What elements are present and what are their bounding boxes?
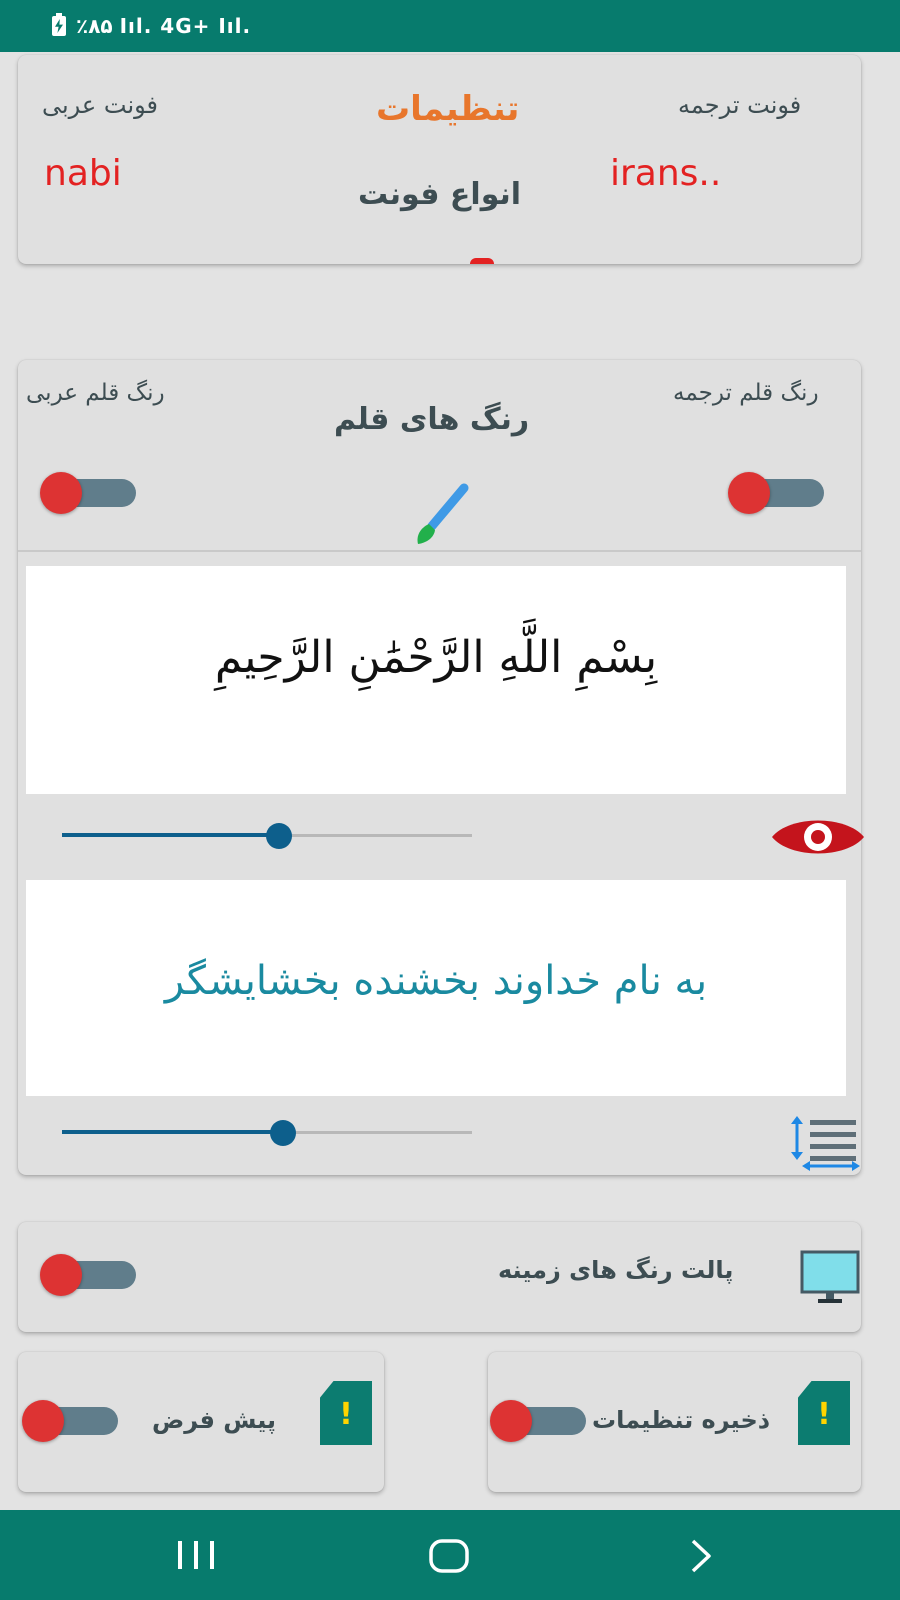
sim-card-icon: ! bbox=[320, 1381, 372, 1445]
arabic-font-value[interactable]: nabi bbox=[44, 153, 122, 194]
background-palette-toggle[interactable] bbox=[40, 1254, 136, 1296]
home-icon[interactable] bbox=[428, 1538, 470, 1574]
save-settings-label: ذخیره تنظیمات bbox=[592, 1406, 771, 1434]
translation-pen-color-toggle[interactable] bbox=[728, 472, 824, 514]
arabic-preview-text: بِسْمِ اللَّهِ الرَّحْمَٰنِ الرَّحِيمِ bbox=[214, 632, 658, 683]
line-spacing-icon[interactable] bbox=[788, 1114, 860, 1172]
save-settings-card: ذخیره تنظیمات ! bbox=[488, 1352, 861, 1492]
pen-colors-card: رنگ قلم عربی رنگ قلم ترجمه رنگ های قلم ب… bbox=[18, 360, 864, 1175]
font-types-subtitle: انواع فونت bbox=[358, 177, 522, 212]
arabic-preview-panel: بِسْمِ اللَّهِ الرَّحْمَٰنِ الرَّحِيمِ bbox=[26, 566, 846, 794]
navigation-bar bbox=[0, 1510, 900, 1600]
eye-icon[interactable] bbox=[770, 812, 866, 862]
default-toggle[interactable] bbox=[22, 1400, 118, 1442]
back-icon[interactable] bbox=[688, 1538, 714, 1574]
translation-preview-text: به نام خداوند بخشنده بخشایشگر bbox=[164, 958, 708, 1004]
fonts-card: فونت عربی تنظیمات فونت ترجمه nabi irans.… bbox=[18, 55, 861, 264]
recent-apps-icon[interactable] bbox=[176, 1538, 216, 1572]
default-card: پیش فرض ! bbox=[18, 1352, 384, 1492]
arabic-pen-color-label: رنگ قلم عربی bbox=[26, 380, 165, 406]
sim-card-icon: ! bbox=[798, 1381, 850, 1445]
translation-font-value[interactable]: irans.. bbox=[610, 153, 721, 194]
translation-font-label: فونت ترجمه bbox=[678, 91, 802, 119]
status-bar: ٪۸۵ Iıl. 4G+ Iıl. bbox=[0, 0, 900, 52]
save-settings-toggle[interactable] bbox=[490, 1400, 586, 1442]
arabic-font-label: فونت عربی bbox=[42, 91, 158, 119]
arabic-font-size-slider[interactable] bbox=[62, 822, 472, 849]
status-text: ٪۸۵ Iıl. 4G+ Iıl. bbox=[76, 14, 252, 38]
translation-pen-color-label: رنگ قلم ترجمه bbox=[673, 380, 819, 406]
translation-preview-panel: به نام خداوند بخشنده بخشایشگر bbox=[26, 880, 846, 1096]
indicator-dot bbox=[470, 258, 494, 264]
pen-colors-title: رنگ های قلم bbox=[334, 402, 530, 437]
background-palette-label: پالت رنگ های زمینه bbox=[498, 1256, 734, 1284]
translation-font-size-slider[interactable] bbox=[62, 1119, 472, 1146]
monitor-icon[interactable] bbox=[800, 1250, 860, 1306]
background-palette-card: پالت رنگ های زمینه bbox=[18, 1222, 861, 1332]
arabic-pen-color-toggle[interactable] bbox=[40, 472, 136, 514]
paintbrush-icon bbox=[417, 483, 469, 544]
default-label: پیش فرض bbox=[152, 1406, 277, 1434]
battery-charging-icon bbox=[52, 13, 66, 36]
settings-title: تنظیمات bbox=[376, 89, 520, 129]
